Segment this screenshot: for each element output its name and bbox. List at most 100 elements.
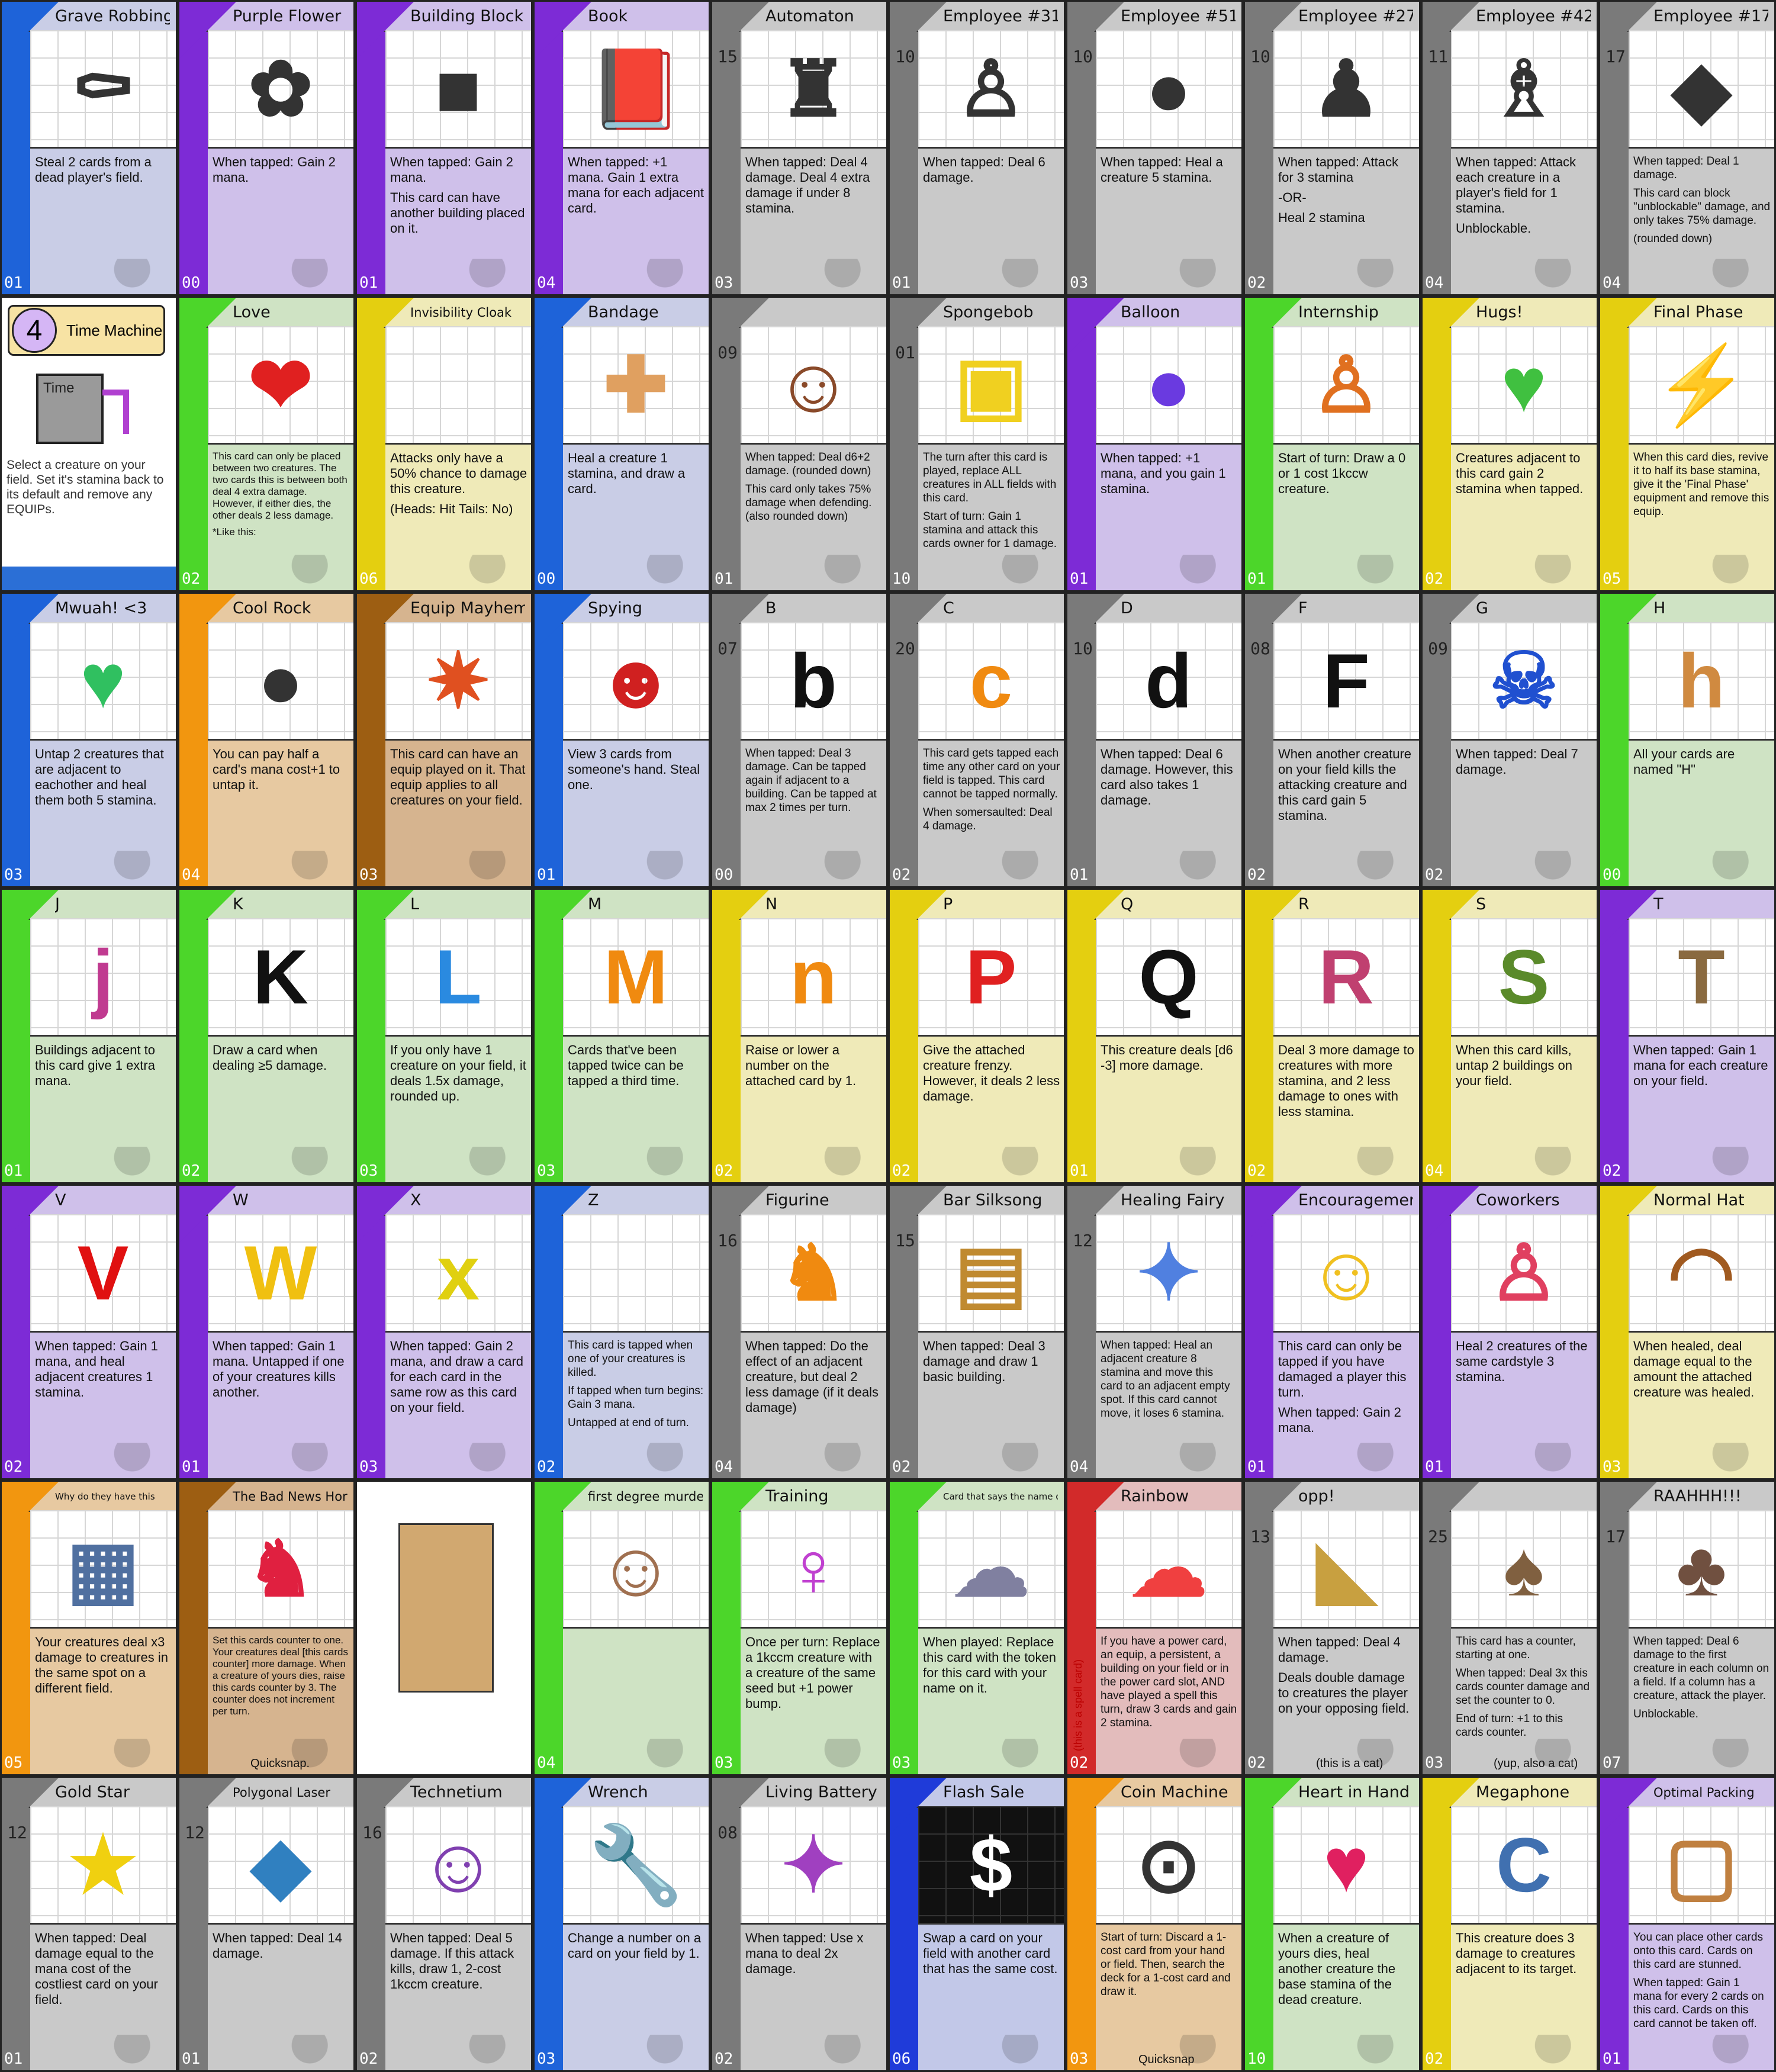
card-heart-in-hand[interactable]: Heart in Hand ♥ When a creature of yours d… bbox=[1243, 1776, 1421, 2072]
card-art: ☺ bbox=[741, 326, 886, 445]
card-p[interactable]: P P Give the attached creature frenzy. How… bbox=[888, 888, 1066, 1184]
card-sheet: Grave Robbing ⚰ Steal 2 cards from a dead … bbox=[0, 0, 1776, 2072]
card-art: ☺ bbox=[563, 1510, 709, 1629]
card-wrench[interactable]: Wrench 🔧 Change a number on a card on your… bbox=[533, 1776, 710, 2072]
card-art: 🔧 bbox=[563, 1806, 709, 1925]
card-text-line: This card gets tapped each time any othe… bbox=[923, 747, 1060, 800]
card-footer-note: Quicksnap. bbox=[250, 1757, 310, 1770]
card-living-battery[interactable]: Living Battery 08 ✦ When tapped: Use x mana… bbox=[710, 1776, 888, 2072]
card-q[interactable]: Q Q This creature deals [d6 -3] more damag… bbox=[1066, 888, 1243, 1184]
card-technetium[interactable]: Technetium 16 ☺ When tapped: Deal 5 damage.… bbox=[355, 1776, 533, 2072]
card-b[interactable]: B 07 b When tapped: Deal 3 damage. Can be t… bbox=[710, 592, 888, 888]
card-text-line: When tapped: +1 mana, and you gain 1 sta… bbox=[1101, 451, 1226, 496]
card-employee-316[interactable]: Employee #316 10 ♙ When tapped: Deal 6 dama… bbox=[888, 0, 1066, 296]
card-card-that-says-the-name-of-the-person-playing-the-card[interactable]: Card that says the name of the person pl… bbox=[888, 1480, 1066, 1776]
card-employee-515[interactable]: Employee #515 10 ● When tapped: Heal a crea… bbox=[1066, 0, 1243, 296]
card-f[interactable]: F 08 F When another creature on your field … bbox=[1243, 592, 1421, 888]
card-encouragement[interactable]: Encouragement ☺ This card can only be tapp… bbox=[1243, 1184, 1421, 1480]
card-j[interactable]: Jj Buildings adjacent to this card give 1… bbox=[0, 888, 178, 1184]
card-why-do-they-have-this[interactable]: Why do they have this ▦ Your creatures dea… bbox=[0, 1480, 178, 1776]
card-w[interactable]: W W When tapped: Gain 1 mana. Untapped if … bbox=[178, 1184, 355, 1480]
card-the-bad-news-horse[interactable]: The Bad News Horse ♞ Set this cards counte… bbox=[178, 1480, 355, 1776]
card-stat: 10 bbox=[892, 570, 911, 588]
card-art: x bbox=[385, 1214, 531, 1333]
card-automaton[interactable]: Automaton 15 ♜ When tapped: Deal 4 damage. … bbox=[710, 0, 888, 296]
card-art: ◆ bbox=[208, 1806, 353, 1925]
card-book[interactable]: Book 📕 When tapped: +1 mana. Gain 1 extra … bbox=[533, 0, 710, 296]
card-c[interactable]: C 20 c This card gets tapped each time any … bbox=[888, 592, 1066, 888]
card-v[interactable]: V V When tapped: Gain 1 mana, and heal adj… bbox=[0, 1184, 178, 1480]
card-l[interactable]: L L If you only have 1 creature on your fi… bbox=[355, 888, 533, 1184]
card-stat: 01 bbox=[892, 274, 911, 292]
card-mwuah-3[interactable]: Mwuah! <3 ♥ Untap 2 creatures that are adj… bbox=[0, 592, 178, 888]
card-text-line: Deals double damage to creatures the pla… bbox=[1278, 1670, 1410, 1716]
card-text-line: When tapped: Deal 6 damage. bbox=[923, 155, 1045, 185]
card-optimal-packing[interactable]: Optimal Packing ▢ You can place other card… bbox=[1598, 1776, 1776, 2072]
card-time-machine[interactable]: 4 Time Machine Time Select a creature on… bbox=[0, 296, 178, 592]
card-equip-mayhem[interactable]: Equip Mayhem ✷ This card can have an equip… bbox=[355, 592, 533, 888]
card-stat: 02 bbox=[4, 1458, 23, 1476]
card-h[interactable]: Hh All your cards are named "H" 00 bbox=[1598, 592, 1776, 888]
card-art-icon: M bbox=[603, 933, 668, 1020]
card-text-line: When tapped: Deal 4 damage. bbox=[1278, 1635, 1401, 1665]
card-spying[interactable]: Spying ☻ View 3 cards from someone's hand.… bbox=[533, 592, 710, 888]
card-gold-star[interactable]: Gold Star 12 ★ When tapped: Deal damage equ… bbox=[0, 1776, 178, 2072]
card-t[interactable]: T T When tapped: Gain 1 mana for each crea… bbox=[1598, 888, 1776, 1184]
card-love[interactable]: Love ❤ This card can only be placed betwee… bbox=[178, 296, 355, 592]
card-building-block[interactable]: Building Block ■ When tapped: Gain 2 mana.… bbox=[355, 0, 533, 296]
card-final-phase[interactable]: Final Phase ⚡ When this card dies, revive … bbox=[1598, 296, 1776, 592]
card-background-decor bbox=[208, 1147, 353, 1182]
card-s[interactable]: S S When this card kills, untap 2 building… bbox=[1421, 888, 1598, 1184]
card-bandage[interactable]: Bandage ✚ Heal a creature 1 stamina, and d… bbox=[533, 296, 710, 592]
card-x[interactable]: Xx When tapped: Gain 2 mana, and draw a c… bbox=[355, 1184, 533, 1480]
card-n[interactable]: Nn Raise or lower a number on the attache… bbox=[710, 888, 888, 1184]
card-background-decor bbox=[1273, 1147, 1419, 1182]
card-stat: 02 bbox=[182, 570, 201, 588]
card-title: Grave Robbing bbox=[55, 7, 170, 25]
card-employee-173[interactable]: Employee #173 17 ◆ When tapped: Deal 1 dama… bbox=[1598, 0, 1776, 296]
card-figurine[interactable]: Figurine 16 ♞ When tapped: Do the effect of… bbox=[710, 1184, 888, 1480]
card-healing-fairy[interactable]: Healing Fairy 12 ✦ When tapped: Heal an adj… bbox=[1066, 1184, 1243, 1480]
card-bar-silksong[interactable]: Bar Silksong 15 ▤ When tapped: Deal 3 damag… bbox=[888, 1184, 1066, 1480]
card-art: ✷ bbox=[385, 622, 531, 741]
card-cost: 10 bbox=[895, 47, 915, 66]
card-g[interactable]: G 09 ☠ When tapped: Deal 7 damage. 02 bbox=[1421, 592, 1598, 888]
card-blank[interactable] bbox=[355, 1480, 533, 1776]
card-r[interactable]: R R Deal 3 more damage to creatures with m… bbox=[1243, 888, 1421, 1184]
card-stat: 04 bbox=[1425, 1162, 1444, 1180]
card-employee-275[interactable]: Employee #275 10 ♟ When tapped: Attack for … bbox=[1243, 0, 1421, 296]
card-grave-robbing[interactable]: Grave Robbing ⚰ Steal 2 cards from a dead … bbox=[0, 0, 178, 296]
card-z[interactable]: Z This card is tapped when one of your cr… bbox=[533, 1184, 710, 1480]
card-first-degree-murder[interactable]: first degree murder ☺ 04 bbox=[533, 1480, 710, 1776]
card-spongebob[interactable]: Spongebob 01 ▣ The turn after this card is … bbox=[888, 296, 1066, 592]
card-background-decor bbox=[1451, 851, 1597, 886]
card-title: Employee #316 bbox=[943, 7, 1058, 25]
card-polygonal-laser[interactable]: Polygonal Laser 12 ◆ When tapped: Deal 14 d… bbox=[178, 1776, 355, 2072]
card-cool-rock[interactable]: Cool Rock ● You can pay half a card's mana… bbox=[178, 592, 355, 888]
card-untitled[interactable]: 25 ♠ This card has a counter, starting at … bbox=[1421, 1480, 1598, 1776]
card-megaphone[interactable]: Megaphone C This creature does 3 damage to… bbox=[1421, 1776, 1598, 2072]
card-coworkers[interactable]: Coworkers ♙ Heal 2 creatures of the same c… bbox=[1421, 1184, 1598, 1480]
card-raahhh-[interactable]: RAAHHH!!! 17 ♣ When tapped: Deal 6 damage t… bbox=[1598, 1480, 1776, 1776]
card-d[interactable]: D 10 d When tapped: Deal 6 damage. However,… bbox=[1066, 592, 1243, 888]
card-employee-427[interactable]: Employee #427 11 ♗ When tapped: Attack each… bbox=[1421, 0, 1598, 296]
card-coin-machine[interactable]: Coin Machine ⊙ Start of turn: Discard a 1-… bbox=[1066, 1776, 1243, 2072]
card-hugs-[interactable]: Hugs! ♥ Creatures adjacent to this card ga… bbox=[1421, 296, 1598, 592]
card-untitled[interactable]: 09 ☺ When tapped: Deal d6+2 damage. (round… bbox=[710, 296, 888, 592]
card-purple-flower[interactable]: Purple Flower ✿ When tapped: Gain 2 mana. 0… bbox=[178, 0, 355, 296]
card-opp-[interactable]: opp! 13 ◣ When tapped: Deal 4 damage. Deals … bbox=[1243, 1480, 1421, 1776]
card-internship[interactable]: Internship ♙ Start of turn: Draw a 0 or 1 … bbox=[1243, 296, 1421, 592]
card-flash-sale[interactable]: Flash Sale $ Swap a card on your field wit… bbox=[888, 1776, 1066, 2072]
card-stat: 03 bbox=[1425, 1754, 1444, 1772]
card-k[interactable]: K K Draw a card when dealing ≥5 damage. 02 bbox=[178, 888, 355, 1184]
mini-card-art bbox=[398, 1523, 494, 1693]
card-art: ▣ bbox=[918, 326, 1064, 445]
card-rainbow[interactable]: Rainbow ☁ If you have a power card, an equ… bbox=[1066, 1480, 1243, 1776]
card-balloon[interactable]: Balloon ● When tapped: +1 mana, and you ga… bbox=[1066, 296, 1243, 592]
card-normal-hat[interactable]: Normal Hat ◠ When healed, deal damage equa… bbox=[1598, 1184, 1776, 1480]
card-training[interactable]: Training ♀ Once per turn: Replace a 1kccm … bbox=[710, 1480, 888, 1776]
card-invisibility-cloak[interactable]: Invisibility Cloak Attacks only have a 50… bbox=[355, 296, 533, 592]
card-art: ☁ bbox=[918, 1510, 1064, 1629]
card-background-decor bbox=[1273, 2035, 1419, 2070]
card-m[interactable]: M M Cards that've been tapped twice can be… bbox=[533, 888, 710, 1184]
